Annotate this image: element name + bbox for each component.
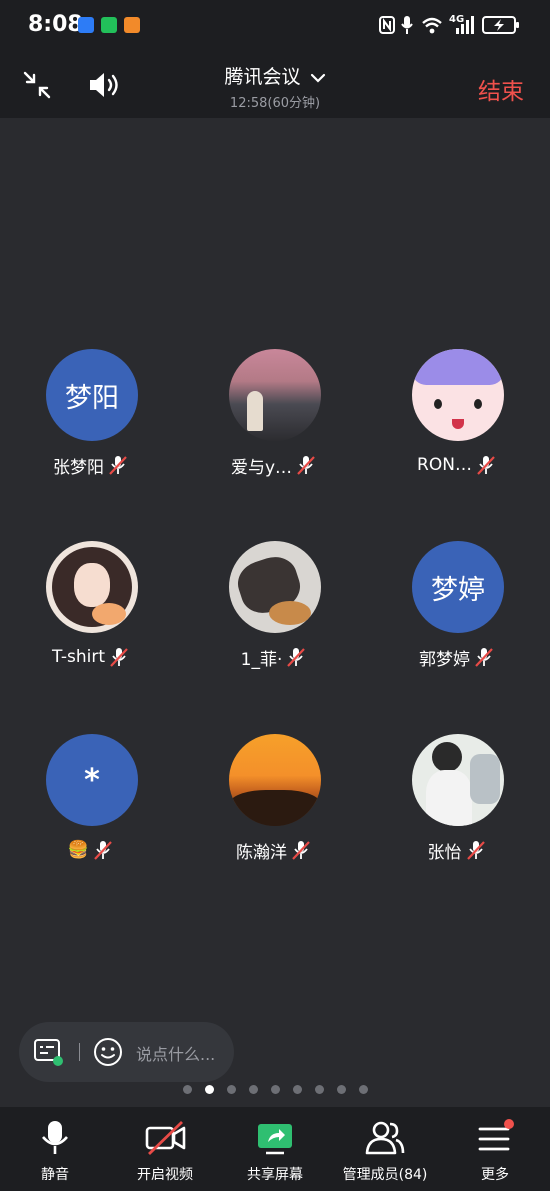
participant-tile[interactable]: RON…	[382, 349, 532, 499]
participant-name: RON…	[417, 455, 472, 475]
mic-muted-icon	[466, 841, 485, 860]
photo-pet	[269, 601, 311, 625]
status-bar: 8:08 4G	[0, 0, 550, 52]
page-dot[interactable]	[358, 1085, 368, 1094]
mic-muted-icon	[109, 456, 127, 475]
mic-muted-icon	[94, 841, 112, 860]
illustration-flowers	[92, 603, 126, 625]
photo-figure	[426, 770, 472, 826]
avatar-photo	[412, 734, 504, 826]
app-notification-icon-blue	[78, 17, 94, 33]
meeting-header: 腾讯会议 12:58(60分钟) 结束	[0, 52, 550, 118]
avatar: *	[46, 734, 138, 826]
mic-muted-icon	[287, 648, 306, 667]
page-dot[interactable]	[270, 1085, 280, 1094]
emoji-icon[interactable]	[93, 1037, 123, 1067]
mute-button[interactable]: 静音	[0, 1107, 110, 1191]
video-app-icon	[124, 17, 140, 33]
menu-icon	[478, 1119, 514, 1151]
participant-tile[interactable]: 爱与y…	[199, 349, 349, 499]
participant-tile[interactable]: 陈瀚洋	[199, 734, 349, 884]
meeting-duration: 12:58(60分钟)	[229, 96, 321, 111]
avatar: 梦阳	[46, 349, 138, 441]
chat-input[interactable]: 说点什么...	[136, 1041, 215, 1065]
avatar: 梦婷	[412, 541, 504, 633]
page-dot[interactable]	[182, 1085, 192, 1094]
start-video-label: 开启视频	[137, 1167, 193, 1183]
subtitles-icon[interactable]	[33, 1038, 65, 1068]
meeting-title[interactable]: 腾讯会议	[0, 62, 550, 89]
participant-tile[interactable]: 梦阳 张梦阳	[16, 349, 166, 499]
meeting-toolbar: 静音 开启视频 共享屏幕 管理成员(84) 更多	[0, 1107, 550, 1191]
illustration-mouth	[452, 419, 464, 429]
video-off-icon	[145, 1120, 186, 1156]
illustration-eye-left	[434, 399, 442, 409]
illustration-eye-right	[474, 399, 482, 409]
signal-icon	[456, 16, 474, 34]
avatar-photo	[229, 541, 321, 633]
microphone-icon	[42, 1121, 68, 1154]
photo-silhouette	[229, 790, 321, 826]
participant-name: 郭梦婷	[419, 649, 470, 670]
wechat-icon	[101, 17, 117, 33]
photo-figure	[247, 391, 263, 431]
page-dot[interactable]	[336, 1085, 346, 1094]
participant-tile[interactable]: * 🍔	[16, 734, 166, 884]
participant-tile[interactable]: 张怡	[382, 734, 532, 884]
avatar-illustration	[412, 349, 504, 441]
start-video-button[interactable]: 开启视频	[110, 1107, 220, 1191]
share-screen-icon	[258, 1124, 292, 1155]
chat-divider	[79, 1043, 80, 1061]
battery-icon	[482, 16, 519, 34]
end-meeting-button[interactable]: 结束	[478, 72, 524, 106]
avatar-photo	[229, 734, 321, 826]
nfc-icon	[379, 16, 395, 34]
status-time: 8:08	[28, 12, 83, 37]
illustration-face	[74, 563, 110, 607]
page-dot[interactable]	[314, 1085, 324, 1094]
participant-name: 陈瀚洋	[236, 842, 287, 863]
wifi-icon	[422, 17, 442, 34]
more-label: 更多	[481, 1167, 509, 1183]
avatar-photo	[229, 349, 321, 441]
avatar-illustration	[46, 541, 138, 633]
members-icon	[365, 1121, 405, 1155]
participant-name: 1_菲·	[240, 649, 283, 670]
mic-status-icon	[401, 16, 413, 34]
chevron-down-icon	[310, 73, 325, 83]
participant-name: 爱与y…	[230, 457, 293, 478]
chat-bar: 说点什么...	[19, 1022, 234, 1082]
participant-tile[interactable]: 1_菲·	[199, 541, 349, 691]
mic-muted-icon	[110, 648, 128, 667]
share-screen-button[interactable]: 共享屏幕	[220, 1107, 330, 1191]
photo-hair	[432, 742, 462, 772]
page-dot[interactable]	[292, 1085, 302, 1094]
participant-name: 张梦阳	[53, 457, 104, 478]
participant-name: 🍔	[67, 840, 90, 860]
page-dot[interactable]	[248, 1085, 258, 1094]
mute-label: 静音	[41, 1167, 69, 1183]
page-indicator	[0, 1085, 550, 1095]
mic-muted-icon	[297, 456, 315, 475]
share-screen-label: 共享屏幕	[247, 1167, 303, 1183]
mic-muted-icon	[475, 648, 493, 667]
participant-tile[interactable]: T-shirt	[16, 541, 166, 691]
manage-members-label: 管理成员(84)	[342, 1167, 428, 1183]
page-dot[interactable]	[204, 1085, 214, 1094]
mic-muted-icon	[292, 841, 310, 860]
mic-muted-icon	[477, 456, 495, 475]
manage-members-button[interactable]: 管理成员(84)	[330, 1107, 440, 1191]
participant-name: 张怡	[427, 842, 462, 863]
participant-tile[interactable]: 梦婷 郭梦婷	[382, 541, 532, 691]
page-dot[interactable]	[226, 1085, 236, 1094]
meeting-title-label: 腾讯会议	[224, 66, 301, 88]
photo-background-object	[470, 754, 500, 804]
illustration-hair	[412, 349, 504, 385]
participant-name: T-shirt	[52, 647, 105, 667]
more-button[interactable]: 更多	[440, 1107, 550, 1191]
